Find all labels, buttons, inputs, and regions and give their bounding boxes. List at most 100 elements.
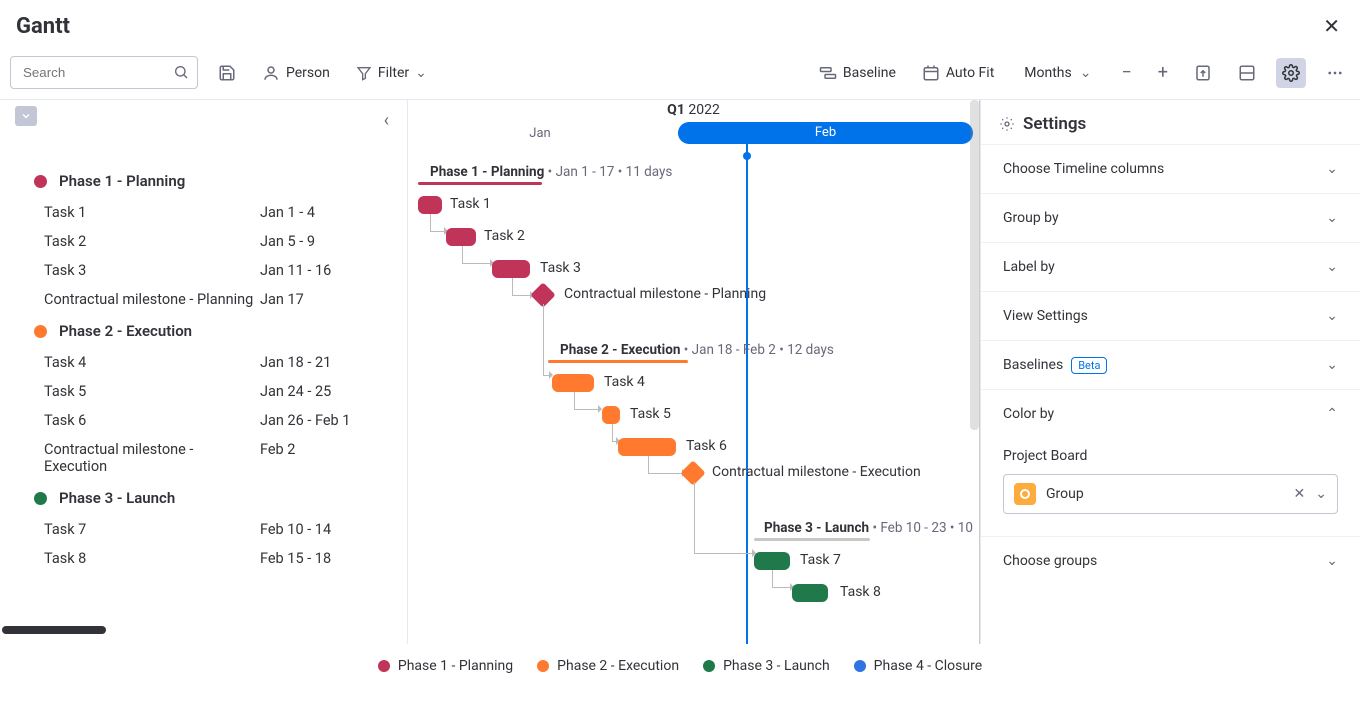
chevron-down-icon: ⌄	[1326, 161, 1338, 177]
legend-dot	[537, 660, 549, 672]
clear-icon[interactable]: ✕	[1294, 486, 1306, 502]
horizontal-scrollbar[interactable]	[2, 626, 106, 634]
task-dates: Feb 15 - 18	[260, 550, 331, 567]
chevron-down-icon: ⌄	[1326, 553, 1338, 569]
month-feb[interactable]: Feb	[678, 122, 973, 144]
split-icon[interactable]	[1232, 58, 1262, 88]
chevron-up-icon: ⌃	[1326, 406, 1338, 422]
task-dates: Feb 2	[260, 441, 295, 475]
chevron-down-icon[interactable]: ⌄	[1315, 486, 1327, 502]
gantt-bar[interactable]	[754, 552, 790, 570]
legend-dot	[703, 660, 715, 672]
zoom-out-button[interactable]: −	[1115, 60, 1137, 85]
gantt-bar[interactable]	[618, 438, 676, 456]
export-icon[interactable]	[1188, 58, 1218, 88]
task-dates: Jan 18 - 21	[260, 354, 331, 371]
month-jan[interactable]: Jan	[408, 126, 672, 141]
task-row[interactable]: Task 3Jan 11 - 16	[0, 256, 407, 285]
group-header[interactable]: Phase 3 - Launch	[0, 481, 407, 515]
zoom-dropdown[interactable]: Months ⌄	[1014, 59, 1101, 87]
gantt-bar[interactable]	[418, 196, 442, 214]
group-header[interactable]: Phase 2 - Execution	[0, 314, 407, 348]
gantt-bar[interactable]	[602, 406, 620, 424]
baseline-button[interactable]: Baseline	[813, 61, 902, 85]
task-dates: Jan 1 - 4	[260, 204, 315, 221]
task-name: Task 3	[44, 262, 260, 279]
colorby-select[interactable]: Group ✕ ⌄	[1003, 474, 1338, 514]
filter-button[interactable]: Filter ⌄	[350, 61, 433, 85]
task-row[interactable]: Task 4Jan 18 - 21	[0, 348, 407, 377]
baseline-icon	[819, 66, 837, 80]
settings-row-view[interactable]: View Settings⌄	[981, 291, 1360, 340]
group-name: Phase 1 - Planning	[59, 172, 185, 190]
group-header[interactable]: Phase 1 - Planning	[0, 164, 407, 198]
settings-row-baselines[interactable]: BaselinesBeta⌄	[981, 340, 1360, 389]
task-name: Task 7	[44, 521, 260, 538]
gantt-bar-label: Task 3	[540, 260, 581, 276]
settings-row-choosegroups[interactable]: Choose groups⌄	[981, 536, 1360, 585]
task-row[interactable]: Task 5Jan 24 - 25	[0, 377, 407, 406]
gantt-bar[interactable]	[446, 228, 476, 246]
settings-row-colorby[interactable]: Color by⌃	[981, 389, 1360, 438]
dependency-arrow	[462, 246, 492, 264]
page-title: Gantt	[16, 14, 70, 39]
task-row[interactable]: Contractual milestone - ExecutionFeb 2	[0, 435, 407, 481]
dependency-arrow	[543, 304, 551, 376]
more-icon[interactable]	[1320, 58, 1350, 88]
gantt-bar-label: Contractual milestone - Planning	[564, 286, 766, 302]
today-line	[746, 144, 748, 644]
autofit-button[interactable]: Auto Fit	[916, 60, 1000, 86]
settings-icon[interactable]	[1276, 58, 1306, 88]
gantt-bar[interactable]	[552, 374, 594, 392]
task-row[interactable]: Task 1Jan 1 - 4	[0, 198, 407, 227]
quarter-label: Q1 2022	[408, 100, 979, 120]
legend-label: Phase 4 - Closure	[874, 658, 982, 674]
chevron-down-icon: ⌄	[1326, 308, 1338, 324]
save-icon[interactable]	[212, 58, 242, 88]
colorby-value: Group	[1046, 486, 1084, 502]
task-row[interactable]: Task 7Feb 10 - 14	[0, 515, 407, 544]
chevron-down-icon: ⌄	[415, 65, 427, 81]
search-input[interactable]	[11, 57, 197, 88]
filter-icon	[356, 65, 372, 81]
task-row[interactable]: Task 8Feb 15 - 18	[0, 544, 407, 573]
search-icon[interactable]	[173, 64, 189, 80]
legend-label: Phase 1 - Planning	[398, 658, 513, 674]
group-color-dot	[34, 325, 47, 338]
legend-label: Phase 2 - Execution	[557, 658, 679, 674]
group-icon	[1014, 483, 1036, 505]
collapse-sidebar-button[interactable]: ‹	[380, 106, 393, 135]
task-row[interactable]: Contractual milestone - PlanningJan 17	[0, 285, 407, 314]
chevron-down-icon: ⌄	[1080, 65, 1092, 81]
gantt-bar[interactable]	[792, 584, 828, 602]
gantt-bar-label: Task 8	[840, 584, 881, 600]
phase-label: Phase 2 - Execution • Jan 18 - Feb 2 • 1…	[560, 342, 834, 358]
gantt-bar[interactable]	[492, 260, 530, 278]
task-dates: Jan 5 - 9	[260, 233, 315, 250]
gantt-bar-label: Task 5	[630, 406, 671, 422]
gantt-bar-label: Task 1	[450, 196, 491, 212]
zoom-in-button[interactable]: +	[1152, 60, 1174, 85]
gantt-bar-label: Task 7	[800, 552, 841, 568]
person-icon	[262, 64, 280, 82]
dependency-arrow	[648, 456, 684, 474]
timeline-area[interactable]: Q1 2022 Jan Feb Phase 1 - Planning • Jan…	[408, 100, 980, 644]
phase-underline	[418, 182, 542, 185]
gear-icon	[999, 116, 1015, 132]
legend-item: Phase 1 - Planning	[378, 658, 513, 674]
phase-underline	[754, 538, 870, 541]
task-name: Task 5	[44, 383, 260, 400]
task-name: Task 2	[44, 233, 260, 250]
settings-row-labelby[interactable]: Label by⌄	[981, 242, 1360, 291]
close-button[interactable]: ✕	[1319, 10, 1344, 42]
settings-title: Settings	[981, 100, 1360, 144]
task-row[interactable]: Task 2Jan 5 - 9	[0, 227, 407, 256]
task-row[interactable]: Task 6Jan 26 - Feb 1	[0, 406, 407, 435]
legend: Phase 1 - Planning Phase 2 - Execution Pha…	[0, 644, 1360, 688]
settings-row-columns[interactable]: Choose Timeline columns⌄	[981, 144, 1360, 193]
collapse-strip[interactable]	[15, 106, 37, 126]
legend-dot	[378, 660, 390, 672]
settings-row-groupby[interactable]: Group by⌄	[981, 193, 1360, 242]
person-filter[interactable]: Person	[256, 60, 336, 86]
legend-label: Phase 3 - Launch	[723, 658, 830, 674]
